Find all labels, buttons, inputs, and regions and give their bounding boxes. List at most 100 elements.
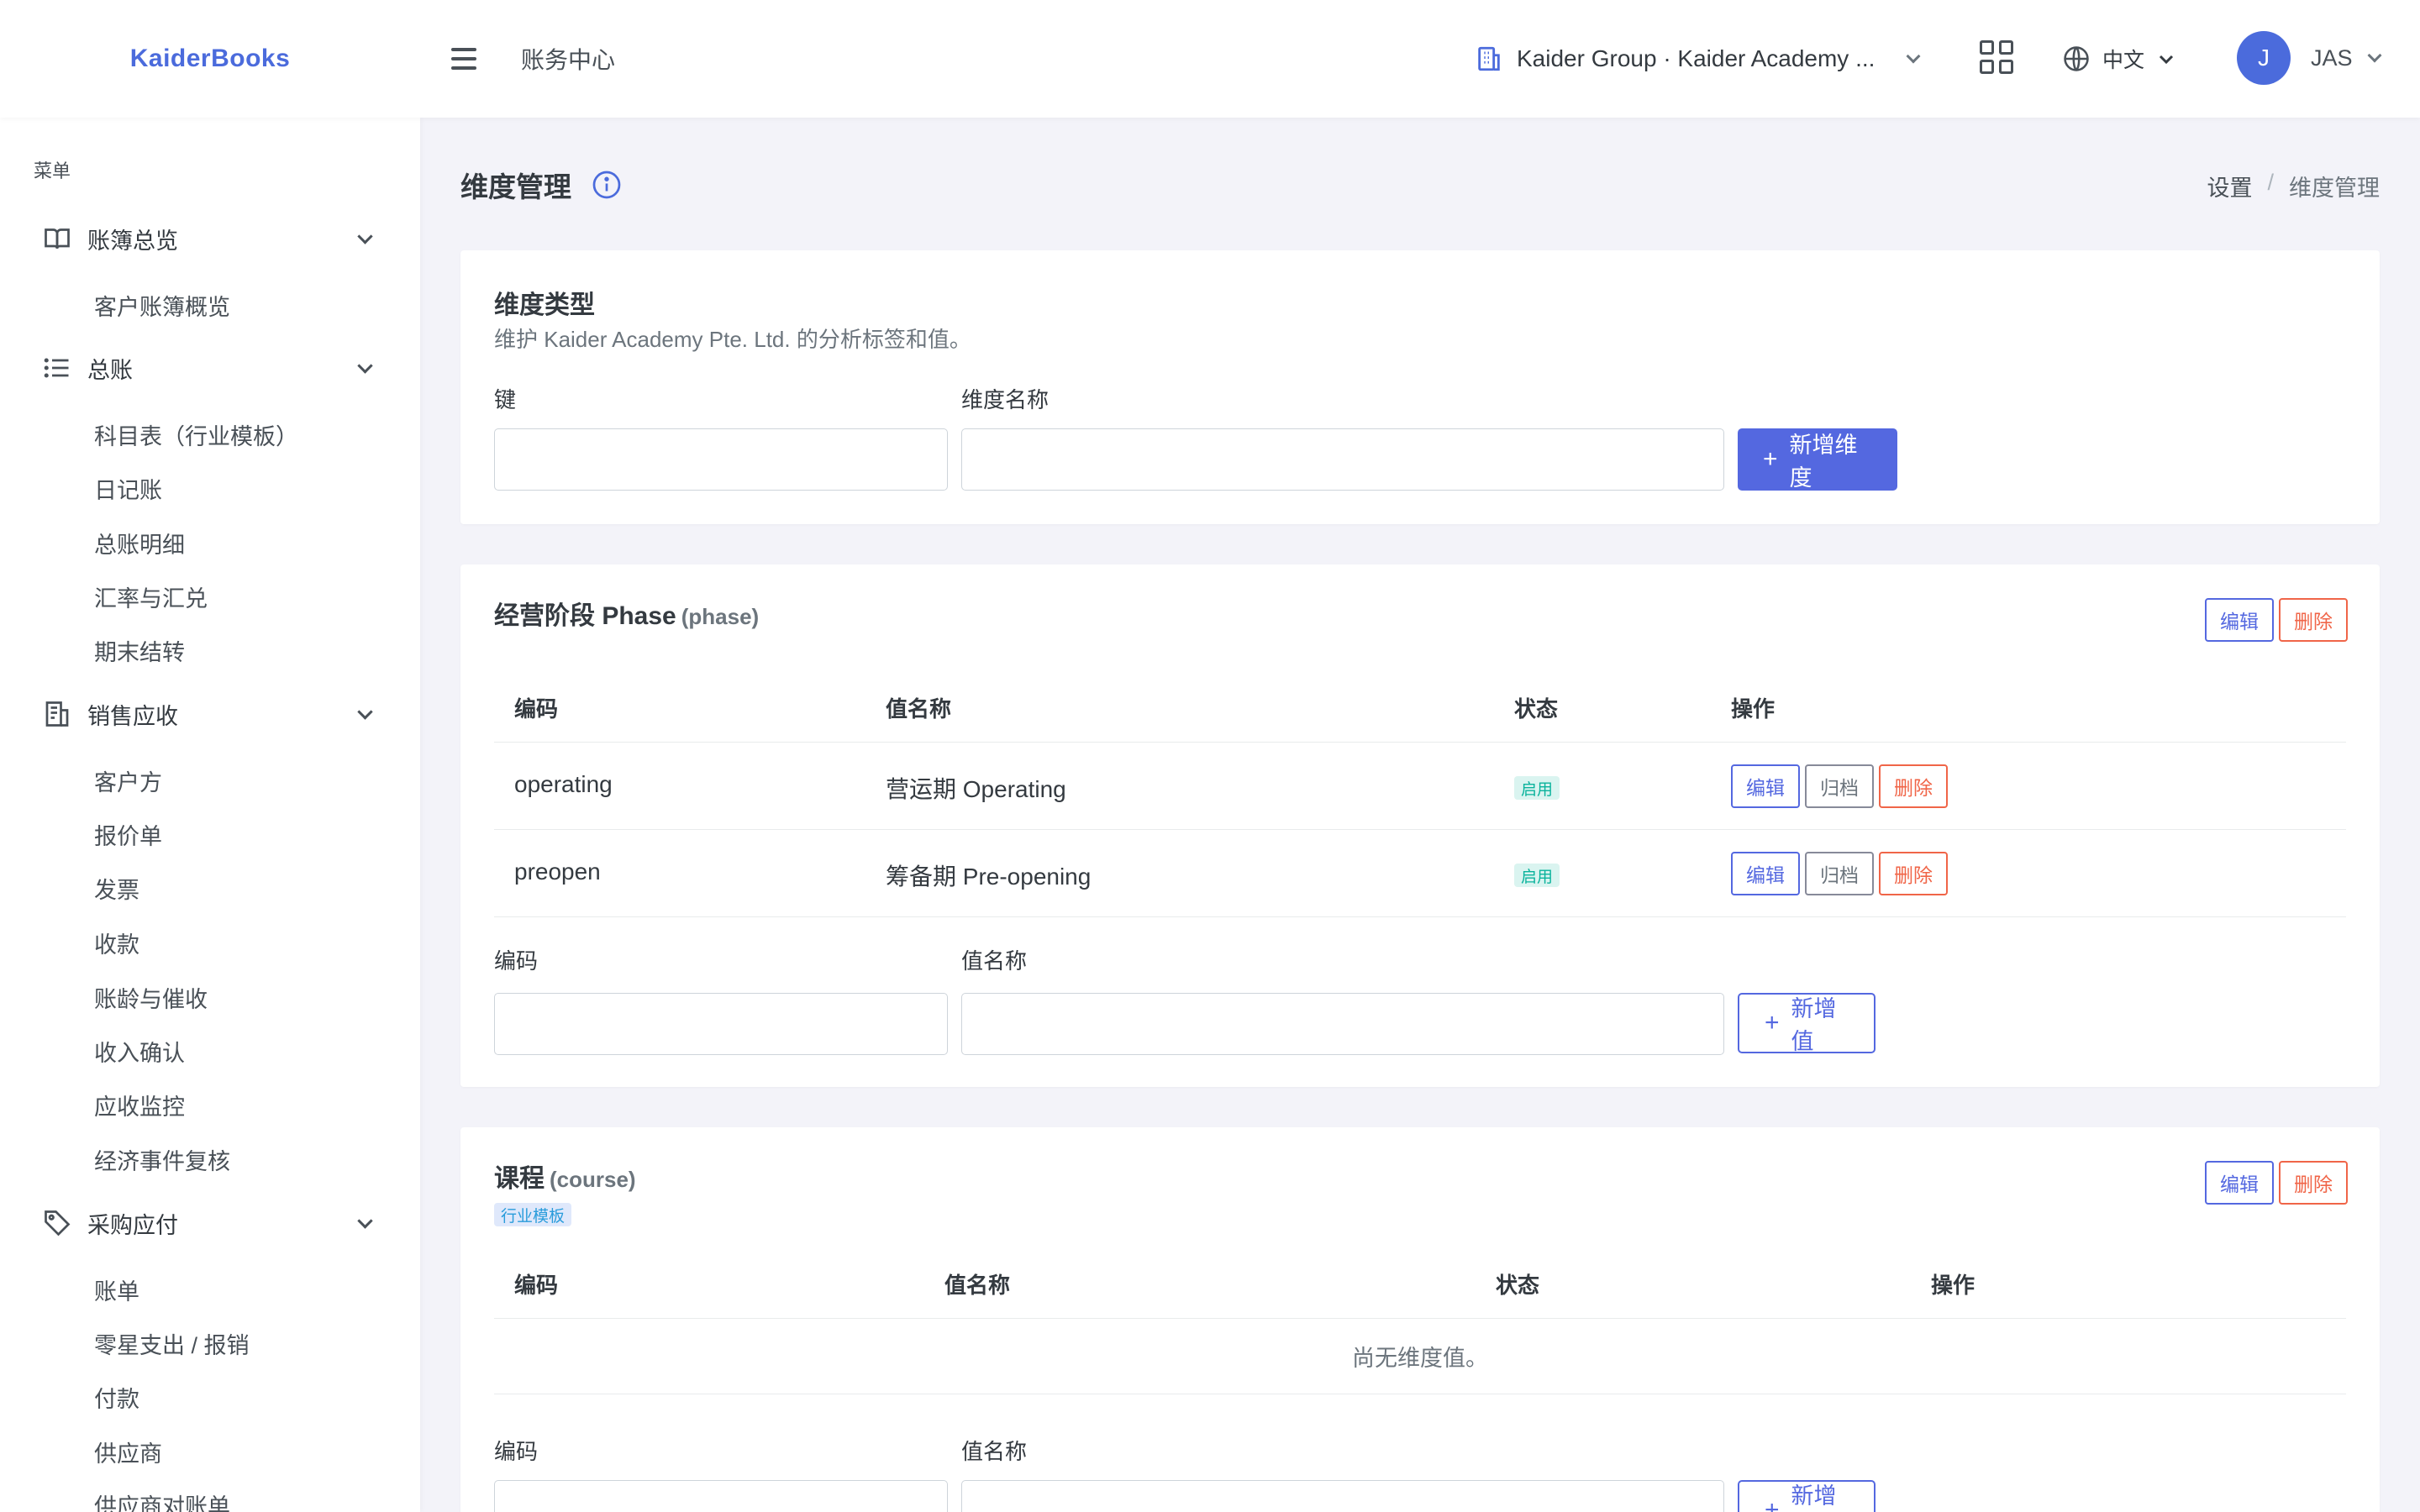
sidebar-item[interactable]: 经济事件复核 xyxy=(94,1143,230,1176)
value-code-input[interactable] xyxy=(494,993,948,1055)
column-header-actions: 操作 xyxy=(1731,696,1776,722)
sidebar-item[interactable]: 报价单 xyxy=(94,818,162,851)
sidebar-group-label: 销售应收 xyxy=(87,703,178,729)
code-label: 编码 xyxy=(494,1439,539,1464)
breadcrumb-item-settings[interactable]: 设置 xyxy=(2207,170,2252,202)
value-code-input[interactable] xyxy=(494,1480,948,1512)
sidebar-group-sales-receivables[interactable]: 销售应收 xyxy=(0,689,420,739)
table-header: 编码 值名称 状态 操作 xyxy=(494,1247,2346,1319)
delete-dimension-button[interactable]: 删除 xyxy=(2279,1161,2348,1205)
table-header: 编码 值名称 状态 操作 xyxy=(494,670,2346,743)
table-row: operating 营运期 Operating 启用 编辑 归档 删除 xyxy=(494,743,2346,830)
add-value-button[interactable]: + 新增值 xyxy=(1738,1480,1876,1512)
key-label: 键 xyxy=(494,387,517,412)
user-menu[interactable]: J JAS xyxy=(2237,30,2386,86)
column-header-code: 编码 xyxy=(514,696,559,722)
sidebar-item[interactable]: 账单 xyxy=(94,1273,139,1306)
chevron-down-icon xyxy=(357,1212,373,1229)
row-value-name: 营运期 Operating xyxy=(886,776,1066,802)
column-header-status: 状态 xyxy=(1514,696,1559,722)
tag-icon xyxy=(45,1210,71,1236)
sidebar-item[interactable]: 客户账簿概览 xyxy=(94,289,230,322)
dimension-key-input[interactable] xyxy=(494,428,948,491)
delete-dimension-button[interactable]: 删除 xyxy=(2279,598,2348,642)
building-icon xyxy=(1478,46,1500,71)
add-dimension-button[interactable]: + 新增维度 xyxy=(1738,428,1897,491)
sidebar-item[interactable]: 科目表（行业模板） xyxy=(94,418,298,451)
sidebar-group-label: 账簿总览 xyxy=(87,228,178,254)
industry-template-badge: 行业模板 xyxy=(494,1203,572,1226)
edit-dimension-button[interactable]: 编辑 xyxy=(2205,1161,2274,1205)
list-icon xyxy=(44,358,69,378)
sidebar-item[interactable]: 应收监控 xyxy=(94,1089,185,1121)
info-icon[interactable] xyxy=(592,170,622,200)
chevron-down-icon xyxy=(357,357,373,374)
delete-value-button[interactable]: 删除 xyxy=(1879,852,1948,895)
dimension-name-input[interactable] xyxy=(961,428,1724,491)
brand-logo[interactable]: KaiderBooks xyxy=(0,0,420,118)
brand-name[interactable]: KaiderBooks xyxy=(130,45,291,73)
sidebar-item[interactable]: 收款 xyxy=(94,927,139,959)
language-switcher[interactable]: 中文 xyxy=(2062,40,2176,77)
sidebar-item[interactable]: 发票 xyxy=(94,872,139,905)
user-name: JAS xyxy=(2311,45,2353,71)
avatar[interactable]: J xyxy=(2237,31,2291,85)
dimension-title: 课程 xyxy=(494,1165,544,1193)
breadcrumb: 设置 / 维度管理 xyxy=(2207,170,2380,202)
org-name: Kaider Group · Kaider Academy ... xyxy=(1517,45,1876,71)
value-name-input[interactable] xyxy=(961,993,1724,1055)
edit-dimension-button[interactable]: 编辑 xyxy=(2205,598,2274,642)
org-switcher[interactable]: Kaider Group · Kaider Academy ... xyxy=(1475,39,1925,79)
sidebar-item[interactable]: 账龄与催收 xyxy=(94,981,208,1014)
archive-value-button[interactable]: 归档 xyxy=(1805,764,1874,808)
plus-icon: + xyxy=(1765,1496,1780,1512)
sidebar-item[interactable]: 零星支出 / 报销 xyxy=(94,1327,250,1360)
dimension-title: 经营阶段 Phase xyxy=(494,602,676,630)
globe-icon xyxy=(2064,46,2089,71)
sidebar-group-purchases-payables[interactable]: 采购应付 xyxy=(0,1198,420,1248)
dimension-key: (course) xyxy=(550,1167,636,1192)
sidebar-item[interactable]: 付款 xyxy=(94,1381,139,1414)
column-header-status: 状态 xyxy=(1496,1273,1540,1298)
table-row: preopen 筹备期 Pre-opening 启用 编辑 归档 删除 xyxy=(494,830,2346,917)
chevron-down-icon xyxy=(1906,49,1921,64)
invoice-icon xyxy=(45,701,69,727)
value-name-label: 值名称 xyxy=(961,1439,1028,1464)
sidebar-item[interactable]: 总账明细 xyxy=(94,527,185,559)
column-header-actions: 操作 xyxy=(1931,1273,1975,1298)
delete-value-button[interactable]: 删除 xyxy=(1879,764,1948,808)
top-bar: KaiderBooks 账务中心 Kaider Group · Kaider A… xyxy=(0,0,2420,118)
sidebar-item[interactable]: 供应商对账单 xyxy=(94,1488,230,1512)
value-name-input[interactable] xyxy=(961,1480,1724,1512)
archive-value-button[interactable]: 归档 xyxy=(1805,852,1874,895)
sidebar-item[interactable]: 供应商 xyxy=(94,1436,162,1468)
value-name-label: 值名称 xyxy=(961,948,1028,974)
sidebar-group-ledger-overview[interactable]: 账簿总览 xyxy=(0,213,420,264)
dimension-type-card: 维度类型 维护 Kaider Academy Pte. Ltd. 的分析标签和值… xyxy=(460,250,2380,524)
code-label: 编码 xyxy=(494,948,539,974)
add-value-button[interactable]: + 新增值 xyxy=(1738,993,1876,1054)
column-header-code: 编码 xyxy=(514,1273,559,1298)
card-title: 维度类型 xyxy=(494,291,595,319)
add-value-label: 新增值 xyxy=(1791,1483,1837,1509)
app-title: 账务中心 xyxy=(521,47,616,73)
edit-value-button[interactable]: 编辑 xyxy=(1731,852,1800,895)
chevron-down-icon xyxy=(2159,55,2174,65)
sidebar-group-general-ledger[interactable]: 总账 xyxy=(0,343,420,393)
dimension-name-label: 维度名称 xyxy=(961,387,1050,412)
phase-dimension-card: 经营阶段 Phase (phase) 编辑 删除 编码 值名称 状态 操作 ope… xyxy=(460,564,2380,1087)
add-dimension-label: 新增维度 xyxy=(1789,433,1858,491)
sidebar-item[interactable]: 收入确认 xyxy=(94,1035,185,1068)
menu-toggle-icon[interactable] xyxy=(445,40,482,77)
edit-value-button[interactable]: 编辑 xyxy=(1731,764,1800,808)
apps-grid-icon[interactable] xyxy=(1980,40,2013,74)
sidebar-item[interactable]: 日记账 xyxy=(94,472,162,505)
dimension-key: (phase) xyxy=(681,604,760,629)
sidebar-item[interactable]: 期末结转 xyxy=(94,634,185,667)
sidebar: 菜单 账簿总览 客户账簿概览 总账 科目表（行业模板） 日记账 总账明细 汇率与… xyxy=(0,118,420,1512)
sidebar-item[interactable]: 汇率与汇兑 xyxy=(94,580,208,613)
sidebar-group-label: 采购应付 xyxy=(87,1212,178,1238)
sidebar-item[interactable]: 客户方 xyxy=(94,764,162,797)
menu-title: 菜单 xyxy=(34,160,71,181)
chevron-down-icon xyxy=(357,703,373,720)
